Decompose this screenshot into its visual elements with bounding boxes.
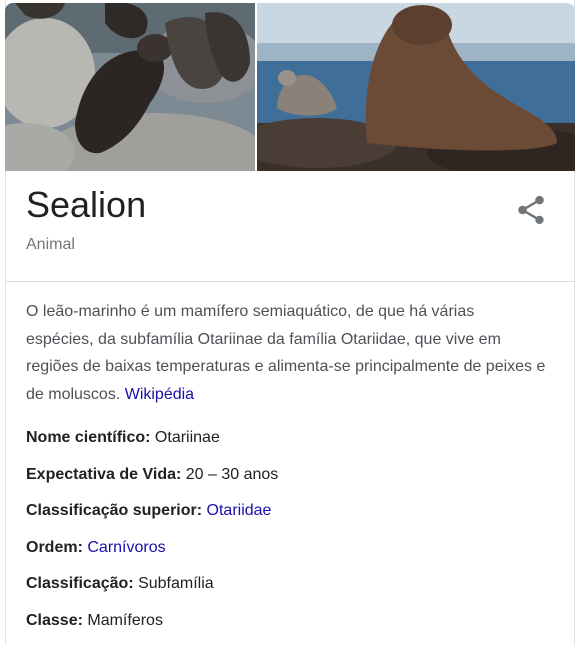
facts-list: Nome científico: Otariinae Expectativa d… (26, 424, 556, 643)
fact-value: Subfamília (138, 575, 214, 592)
share-button[interactable] (514, 193, 548, 227)
sea-lion-sea-image[interactable] (257, 3, 575, 171)
fact-label: Classe: (26, 611, 83, 629)
fact-label: Ordem: (26, 538, 83, 556)
fact-class: Classe: Mamíferos (26, 607, 556, 644)
fact-value: 20 – 30 anos (185, 465, 279, 483)
page-title: Sealion (26, 184, 147, 225)
fact-value: Otariinae (154, 429, 220, 446)
description-text: O leão-marinho é um mamífero semiaquátic… (26, 303, 546, 403)
fact-higher-classification: Classificação superior: Otariidae (26, 497, 556, 534)
fact-rank: Classificação: Subfamília (26, 570, 556, 607)
fact-value: Mamíferos (87, 611, 163, 629)
fact-label: Nome científico: (26, 429, 151, 446)
fact-label: Classificação superior: (26, 502, 203, 519)
fact-lifespan: Expectativa de Vida: 20 – 30 anos (26, 461, 556, 498)
wikipedia-link[interactable]: Wikipédia (125, 386, 194, 403)
image-strip (5, 3, 575, 171)
share-icon (518, 195, 544, 225)
fact-label: Classificação: (26, 575, 134, 592)
fact-value-link[interactable]: Carnívoros (87, 539, 165, 556)
fact-label: Expectativa de Vida: (26, 465, 182, 483)
sea-lions-rocks-image[interactable] (5, 3, 255, 171)
fact-value-link[interactable]: Otariidae (207, 502, 272, 519)
fact-scientific-name: Nome científico: Otariinae (26, 424, 556, 461)
entity-type: Animal (26, 236, 75, 253)
description: O leão-marinho é um mamífero semiaquátic… (26, 298, 546, 408)
divider (5, 281, 575, 282)
fact-order: Ordem: Carnívoros (26, 534, 556, 571)
